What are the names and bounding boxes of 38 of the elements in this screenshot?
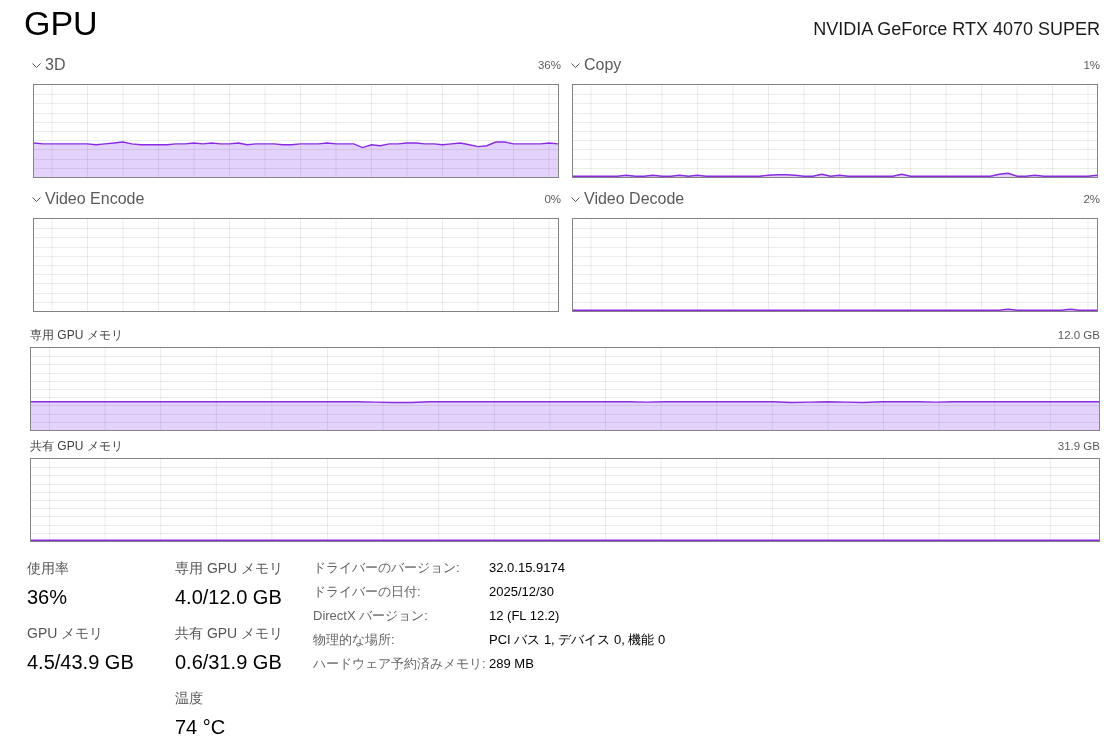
detail-value: 2025/12/30 — [489, 583, 556, 601]
graph-label: 専用 GPU メモリ — [30, 327, 123, 343]
detail-label: ハードウェア予約済みメモリ: — [313, 655, 487, 673]
graph-selector[interactable]: Video Encode — [32, 189, 145, 209]
graph-max-label: 12.0 GB — [1057, 328, 1100, 342]
graph-selector[interactable]: 3D — [32, 55, 66, 75]
detail-value: PCI バス 1, デバイス 0, 機能 0 — [489, 631, 666, 649]
stat-label: 使用率 — [27, 559, 70, 577]
graph-selector[interactable]: Copy — [571, 55, 622, 75]
chevron-down-icon — [571, 196, 580, 202]
stat-label: 専用 GPU メモリ — [175, 559, 285, 577]
stat-label: 共有 GPU メモリ — [175, 624, 285, 642]
chevron-down-icon — [571, 62, 580, 68]
stat-value: 4.5/43.9 GB — [27, 650, 135, 675]
page-title: GPU — [24, 3, 98, 43]
stat-value: 74 °C — [175, 715, 227, 740]
graph-selector[interactable]: Video Decode — [571, 189, 685, 209]
stat-value: 36% — [27, 585, 69, 610]
chevron-down-icon — [32, 196, 41, 202]
graph-max-label: 31.9 GB — [1057, 439, 1100, 453]
detail-value: 12 (FL 12.2) — [489, 607, 561, 625]
usage-reading: 0% — [544, 192, 561, 206]
stat-value: 4.0/12.0 GB — [175, 585, 283, 610]
detail-label: ドライバーの日付: — [313, 583, 422, 601]
detail-value: 32.0.15.9174 — [489, 559, 566, 577]
chevron-down-icon — [32, 62, 41, 68]
usage-reading: 36% — [537, 58, 561, 72]
usage-reading: 1% — [1083, 58, 1100, 72]
stat-value: 0.6/31.9 GB — [175, 650, 283, 675]
usage-reading: 2% — [1083, 192, 1100, 206]
detail-label: ドライバーのバージョン: — [313, 559, 461, 577]
detail-label: 物理的な場所: — [313, 631, 396, 649]
adapter-name: NVIDIA GeForce RTX 4070 SUPER — [813, 18, 1100, 40]
detail-label: DirectX バージョン: — [313, 607, 429, 625]
stat-label: GPU メモリ — [27, 624, 105, 642]
graph-label: 共有 GPU メモリ — [30, 438, 123, 454]
detail-value: 289 MB — [489, 655, 535, 673]
stat-label: 温度 — [175, 689, 204, 707]
